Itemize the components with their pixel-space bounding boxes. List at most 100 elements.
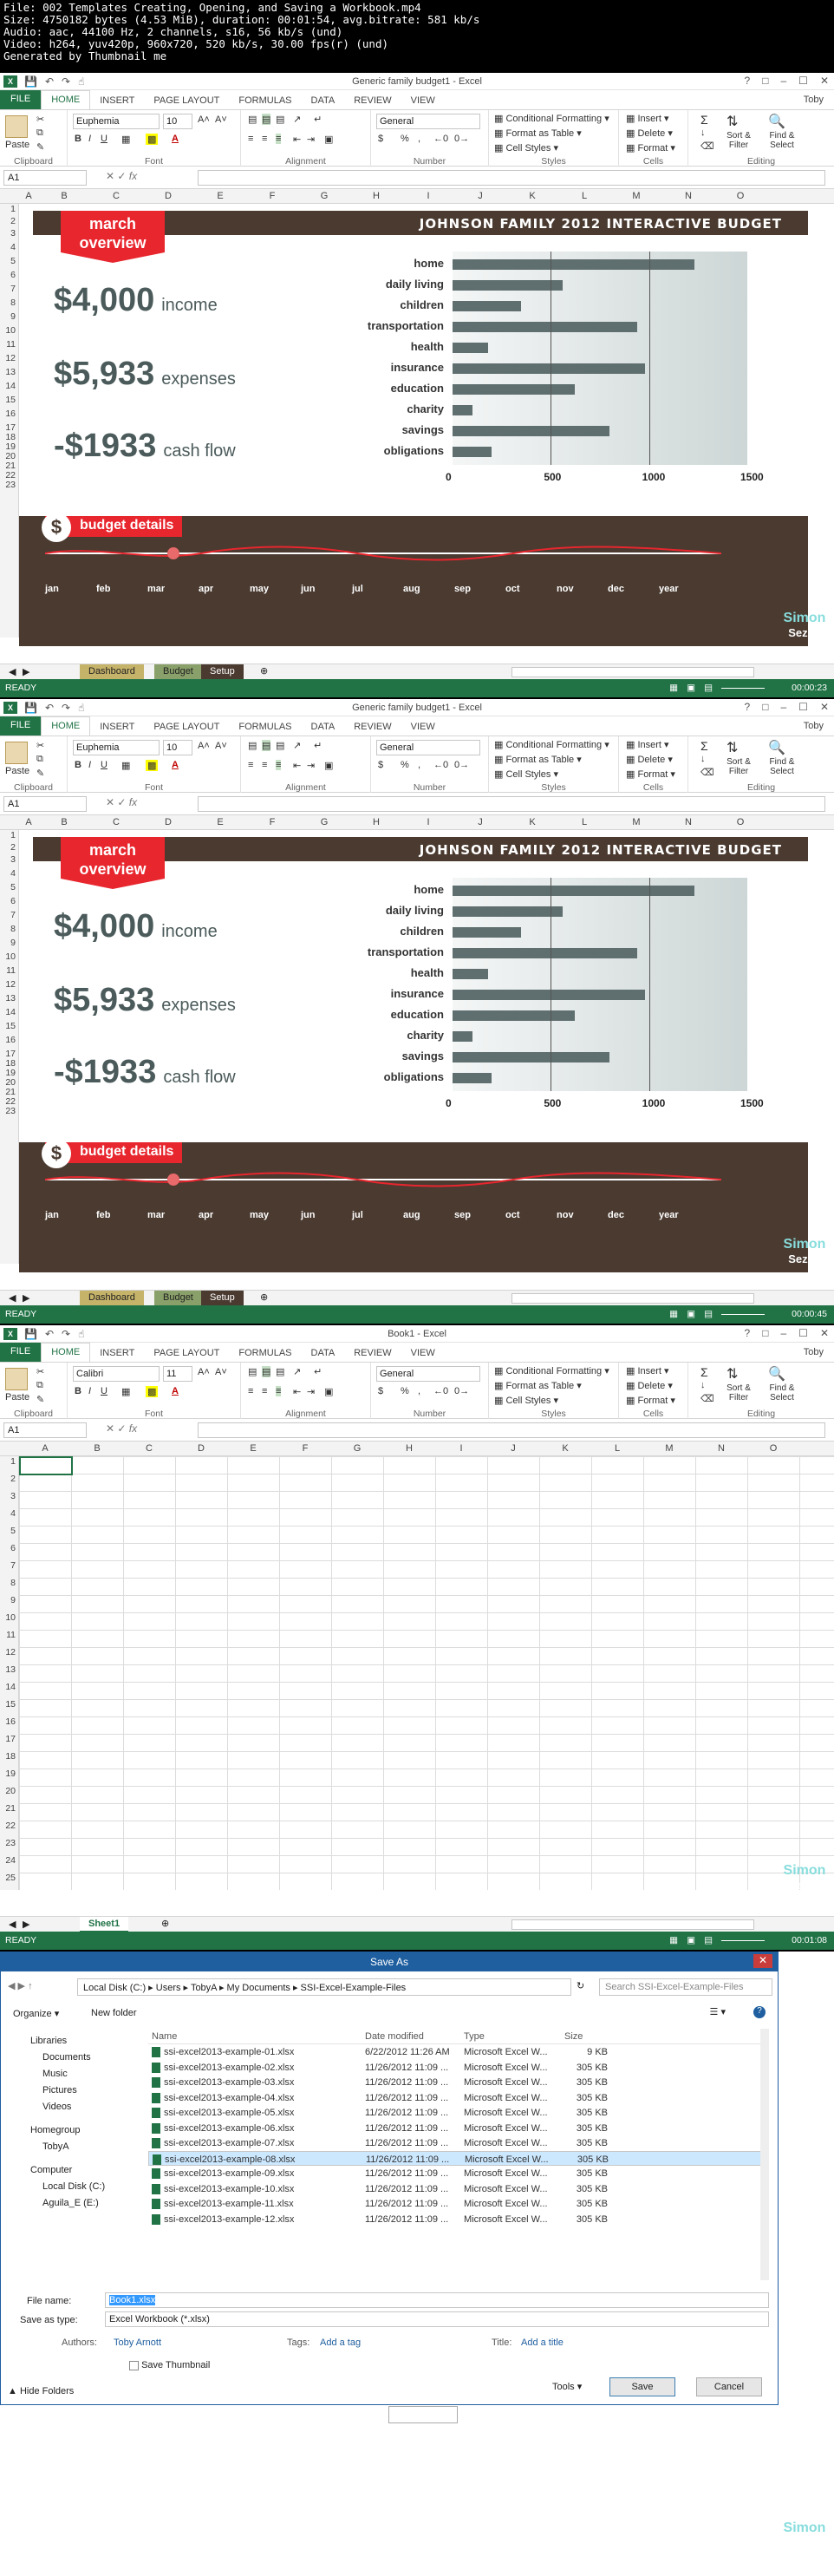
month-label[interactable]: jan (45, 584, 59, 594)
sort-filter-icon[interactable]: ⇅ (726, 1365, 738, 1383)
font-name-select[interactable]: Calibri (73, 1366, 160, 1382)
tab-insert[interactable]: INSERT (90, 718, 144, 736)
row-header[interactable]: 25 (0, 1873, 18, 1890)
format-as-table-button[interactable]: ▦ Format as Table ▾ (494, 754, 582, 765)
row-header[interactable]: 23 (0, 1106, 18, 1116)
row-header[interactable]: 19 (0, 441, 18, 452)
month-label[interactable]: aug (403, 584, 420, 594)
font-color-icon[interactable]: A (172, 134, 179, 144)
increase-decimal-icon[interactable]: ←0 (433, 1386, 448, 1396)
comma-icon[interactable]: , (418, 134, 420, 144)
row-header[interactable]: 12 (0, 1647, 18, 1664)
align-left-icon[interactable]: ≡ (248, 760, 253, 770)
formula-input[interactable] (198, 170, 825, 186)
column-header[interactable]: H (350, 191, 402, 201)
format-as-table-button[interactable]: ▦ Format as Table ▾ (494, 127, 582, 139)
wrap-text-icon[interactable]: ↵ (314, 1366, 322, 1377)
month-label[interactable]: mar (147, 1210, 165, 1220)
month-label[interactable]: oct (505, 1210, 520, 1220)
delete-button[interactable]: ▦ Delete ▾ (626, 1380, 673, 1391)
tab-view[interactable]: VIEW (401, 92, 445, 109)
file-row[interactable]: ssi-excel2013-example-07.xlsx 11/26/2012… (148, 2135, 766, 2151)
title-value[interactable]: Add a title (521, 2337, 564, 2348)
tools-button[interactable]: Tools ▾ (552, 2381, 582, 2392)
normal-view-icon[interactable]: ▦ (669, 1935, 678, 1945)
add-sheet-icon[interactable]: ⊕ (260, 665, 268, 677)
column-header[interactable]: B (38, 191, 90, 201)
row-header[interactable]: 4 (0, 1508, 18, 1526)
tab-file[interactable]: FILE (0, 90, 42, 109)
conditional-formatting-button[interactable]: ▦ Conditional Formatting ▾ (494, 113, 609, 124)
tab-formulas[interactable]: FORMULAS (229, 1344, 301, 1362)
row-header[interactable]: 20 (0, 451, 18, 461)
breadcrumb-item[interactable]: My Documents (227, 1983, 290, 1993)
percent-icon[interactable]: % (401, 134, 409, 144)
font-name-select[interactable]: Euphemia (73, 114, 160, 129)
insert-button[interactable]: ▦ Insert ▾ (626, 1365, 669, 1376)
help-icon[interactable]: ? (745, 75, 751, 87)
new-folder-button[interactable]: New folder (91, 2008, 137, 2018)
row-header[interactable]: 3 (0, 854, 18, 868)
sort-filter-icon[interactable]: ⇅ (726, 113, 738, 130)
help-icon[interactable]: ? (745, 1327, 751, 1339)
fill-icon[interactable]: ↓ (700, 1380, 706, 1390)
row-header[interactable]: 15 (0, 1699, 18, 1716)
add-sheet-icon[interactable]: ⊕ (260, 1291, 268, 1303)
formula-input[interactable] (198, 796, 825, 812)
increase-decimal-icon[interactable]: ←0 (433, 760, 448, 770)
page-layout-view-icon[interactable]: ▣ (687, 683, 695, 693)
row-header[interactable]: 1 (0, 204, 18, 216)
decrease-indent-icon[interactable]: ⇤ (293, 760, 301, 771)
increase-indent-icon[interactable]: ⇥ (307, 1386, 315, 1397)
column-header[interactable]: A (19, 191, 38, 201)
font-size-select[interactable]: 11 (163, 1366, 192, 1382)
row-header[interactable]: 21 (0, 461, 18, 471)
column-header[interactable]: O (714, 817, 766, 827)
month-label[interactable]: apr (199, 1210, 213, 1220)
column-header[interactable]: G (298, 191, 350, 201)
autosum-icon[interactable]: Σ (700, 1365, 708, 1379)
align-center-icon[interactable]: ≡ (262, 1386, 267, 1396)
nav-item[interactable]: Documents (13, 2052, 131, 2069)
row-header[interactable]: 14 (0, 1007, 18, 1021)
paste-button[interactable]: Paste (5, 766, 29, 776)
tab-page-layout[interactable]: PAGE LAYOUT (144, 718, 229, 736)
borders-icon[interactable]: ▦ (121, 1386, 130, 1397)
maximize-icon[interactable]: ☐ (798, 75, 808, 87)
paste-icon[interactable] (5, 115, 28, 138)
row-header[interactable]: 12 (0, 353, 18, 367)
column-header[interactable]: Type (464, 2031, 485, 2042)
middle-align-icon[interactable]: ▤ (262, 1366, 271, 1377)
redo-icon[interactable]: ↷ (62, 702, 70, 714)
grow-font-icon[interactable]: A˄ (198, 114, 210, 125)
active-cell[interactable] (19, 1456, 73, 1475)
cell-styles-button[interactable]: ▦ Cell Styles ▾ (494, 768, 558, 780)
month-ribbon[interactable]: march overview (61, 211, 165, 263)
column-header[interactable]: C (90, 817, 142, 827)
row-header[interactable]: 9 (0, 938, 18, 951)
find-select-icon[interactable]: 🔍 (768, 1365, 785, 1383)
insert-button[interactable]: ▦ Insert ▾ (626, 113, 669, 124)
align-center-icon[interactable]: ≡ (262, 134, 267, 144)
row-header[interactable]: 2 (0, 216, 18, 228)
touch-mode-icon[interactable]: ☝ (78, 702, 84, 714)
month-slider-handle[interactable] (167, 547, 179, 559)
clear-icon[interactable]: ⌫ (700, 767, 714, 778)
column-header[interactable]: Size (564, 2031, 583, 2042)
row-header[interactable]: 2 (0, 842, 18, 854)
autosum-icon[interactable]: Σ (700, 113, 708, 127)
column-header[interactable]: K (506, 191, 558, 201)
redo-icon[interactable]: ↷ (62, 1328, 70, 1340)
format-button[interactable]: ▦ Format ▾ (626, 768, 675, 780)
column-header[interactable]: K (539, 1443, 591, 1454)
orientation-icon[interactable]: ↗ (293, 114, 301, 125)
percent-icon[interactable]: % (401, 760, 409, 770)
name-box[interactable]: A1 (3, 796, 87, 812)
column-header[interactable]: F (246, 191, 298, 201)
tab-home[interactable]: HOME (41, 1343, 91, 1362)
borders-icon[interactable]: ▦ (121, 760, 130, 771)
normal-view-icon[interactable]: ▦ (669, 1309, 678, 1319)
column-header[interactable]: I (435, 1443, 487, 1454)
month-label[interactable]: aug (403, 1210, 420, 1220)
column-header[interactable]: N (662, 191, 714, 201)
